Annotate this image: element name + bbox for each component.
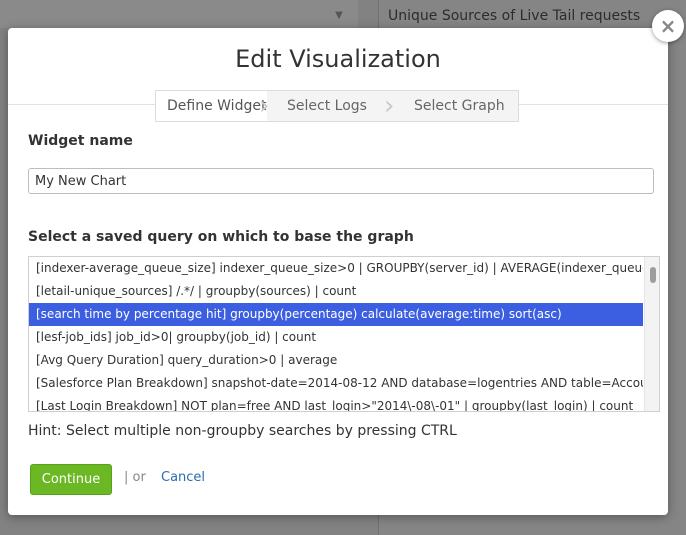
query-item[interactable]: [lesf-job_ids] job_id>0| groupby(job_id)… (29, 326, 643, 349)
query-item[interactable]: [letail-unique_sources] /.*/ | groupby(s… (29, 280, 643, 303)
query-item[interactable]: [Last Login Breakdown] NOT plan=free AND… (29, 395, 643, 411)
chevron-right-icon: › (259, 91, 270, 121)
scrollbar-thumb[interactable] (650, 267, 656, 283)
wizard-steps: Define Widget › Select Logs › Select Gra… (155, 90, 519, 122)
close-icon[interactable]: × (652, 10, 684, 42)
chevron-down-icon: ▼ (335, 10, 343, 21)
step-define-widget[interactable]: Define Widget › (156, 91, 269, 121)
list-scrollbar[interactable] (644, 257, 659, 411)
widget-name-label: Widget name (28, 133, 133, 149)
query-item[interactable]: [indexer-average_queue_size] indexer_que… (29, 257, 643, 280)
saved-query-list-items: [indexer-average_queue_size] indexer_que… (29, 257, 643, 411)
saved-query-label: Select a saved query on which to base th… (28, 229, 414, 245)
background-panel-title: Unique Sources of Live Tail requests (388, 8, 641, 24)
edit-visualization-modal: Edit Visualization Define Widget › Selec… (8, 28, 668, 515)
background-left-panel (0, 0, 358, 28)
query-item[interactable]: [Avg Query Duration] query_duration>0 | … (29, 349, 643, 372)
step-select-graph[interactable]: Select Graph (392, 91, 518, 121)
chevron-right-icon: › (384, 91, 395, 121)
query-item[interactable]: [Salesforce Plan Breakdown] snapshot-dat… (29, 372, 643, 395)
saved-query-list[interactable]: [indexer-average_queue_size] indexer_que… (28, 256, 660, 412)
cancel-link[interactable]: Cancel (161, 470, 205, 485)
step-label: Define Widget (167, 98, 267, 114)
continue-button[interactable]: Continue (30, 464, 112, 495)
step-select-logs[interactable]: Select Logs › (267, 91, 394, 121)
widget-name-input[interactable] (28, 168, 654, 194)
hint-text: Hint: Select multiple non-groupby search… (28, 423, 457, 439)
step-label: Select Logs (287, 98, 367, 114)
or-separator: | or (124, 470, 146, 485)
query-item-selected[interactable]: [search time by percentage hit] groupby(… (29, 303, 643, 326)
modal-title: Edit Visualization (235, 45, 441, 73)
step-label: Select Graph (414, 98, 505, 114)
